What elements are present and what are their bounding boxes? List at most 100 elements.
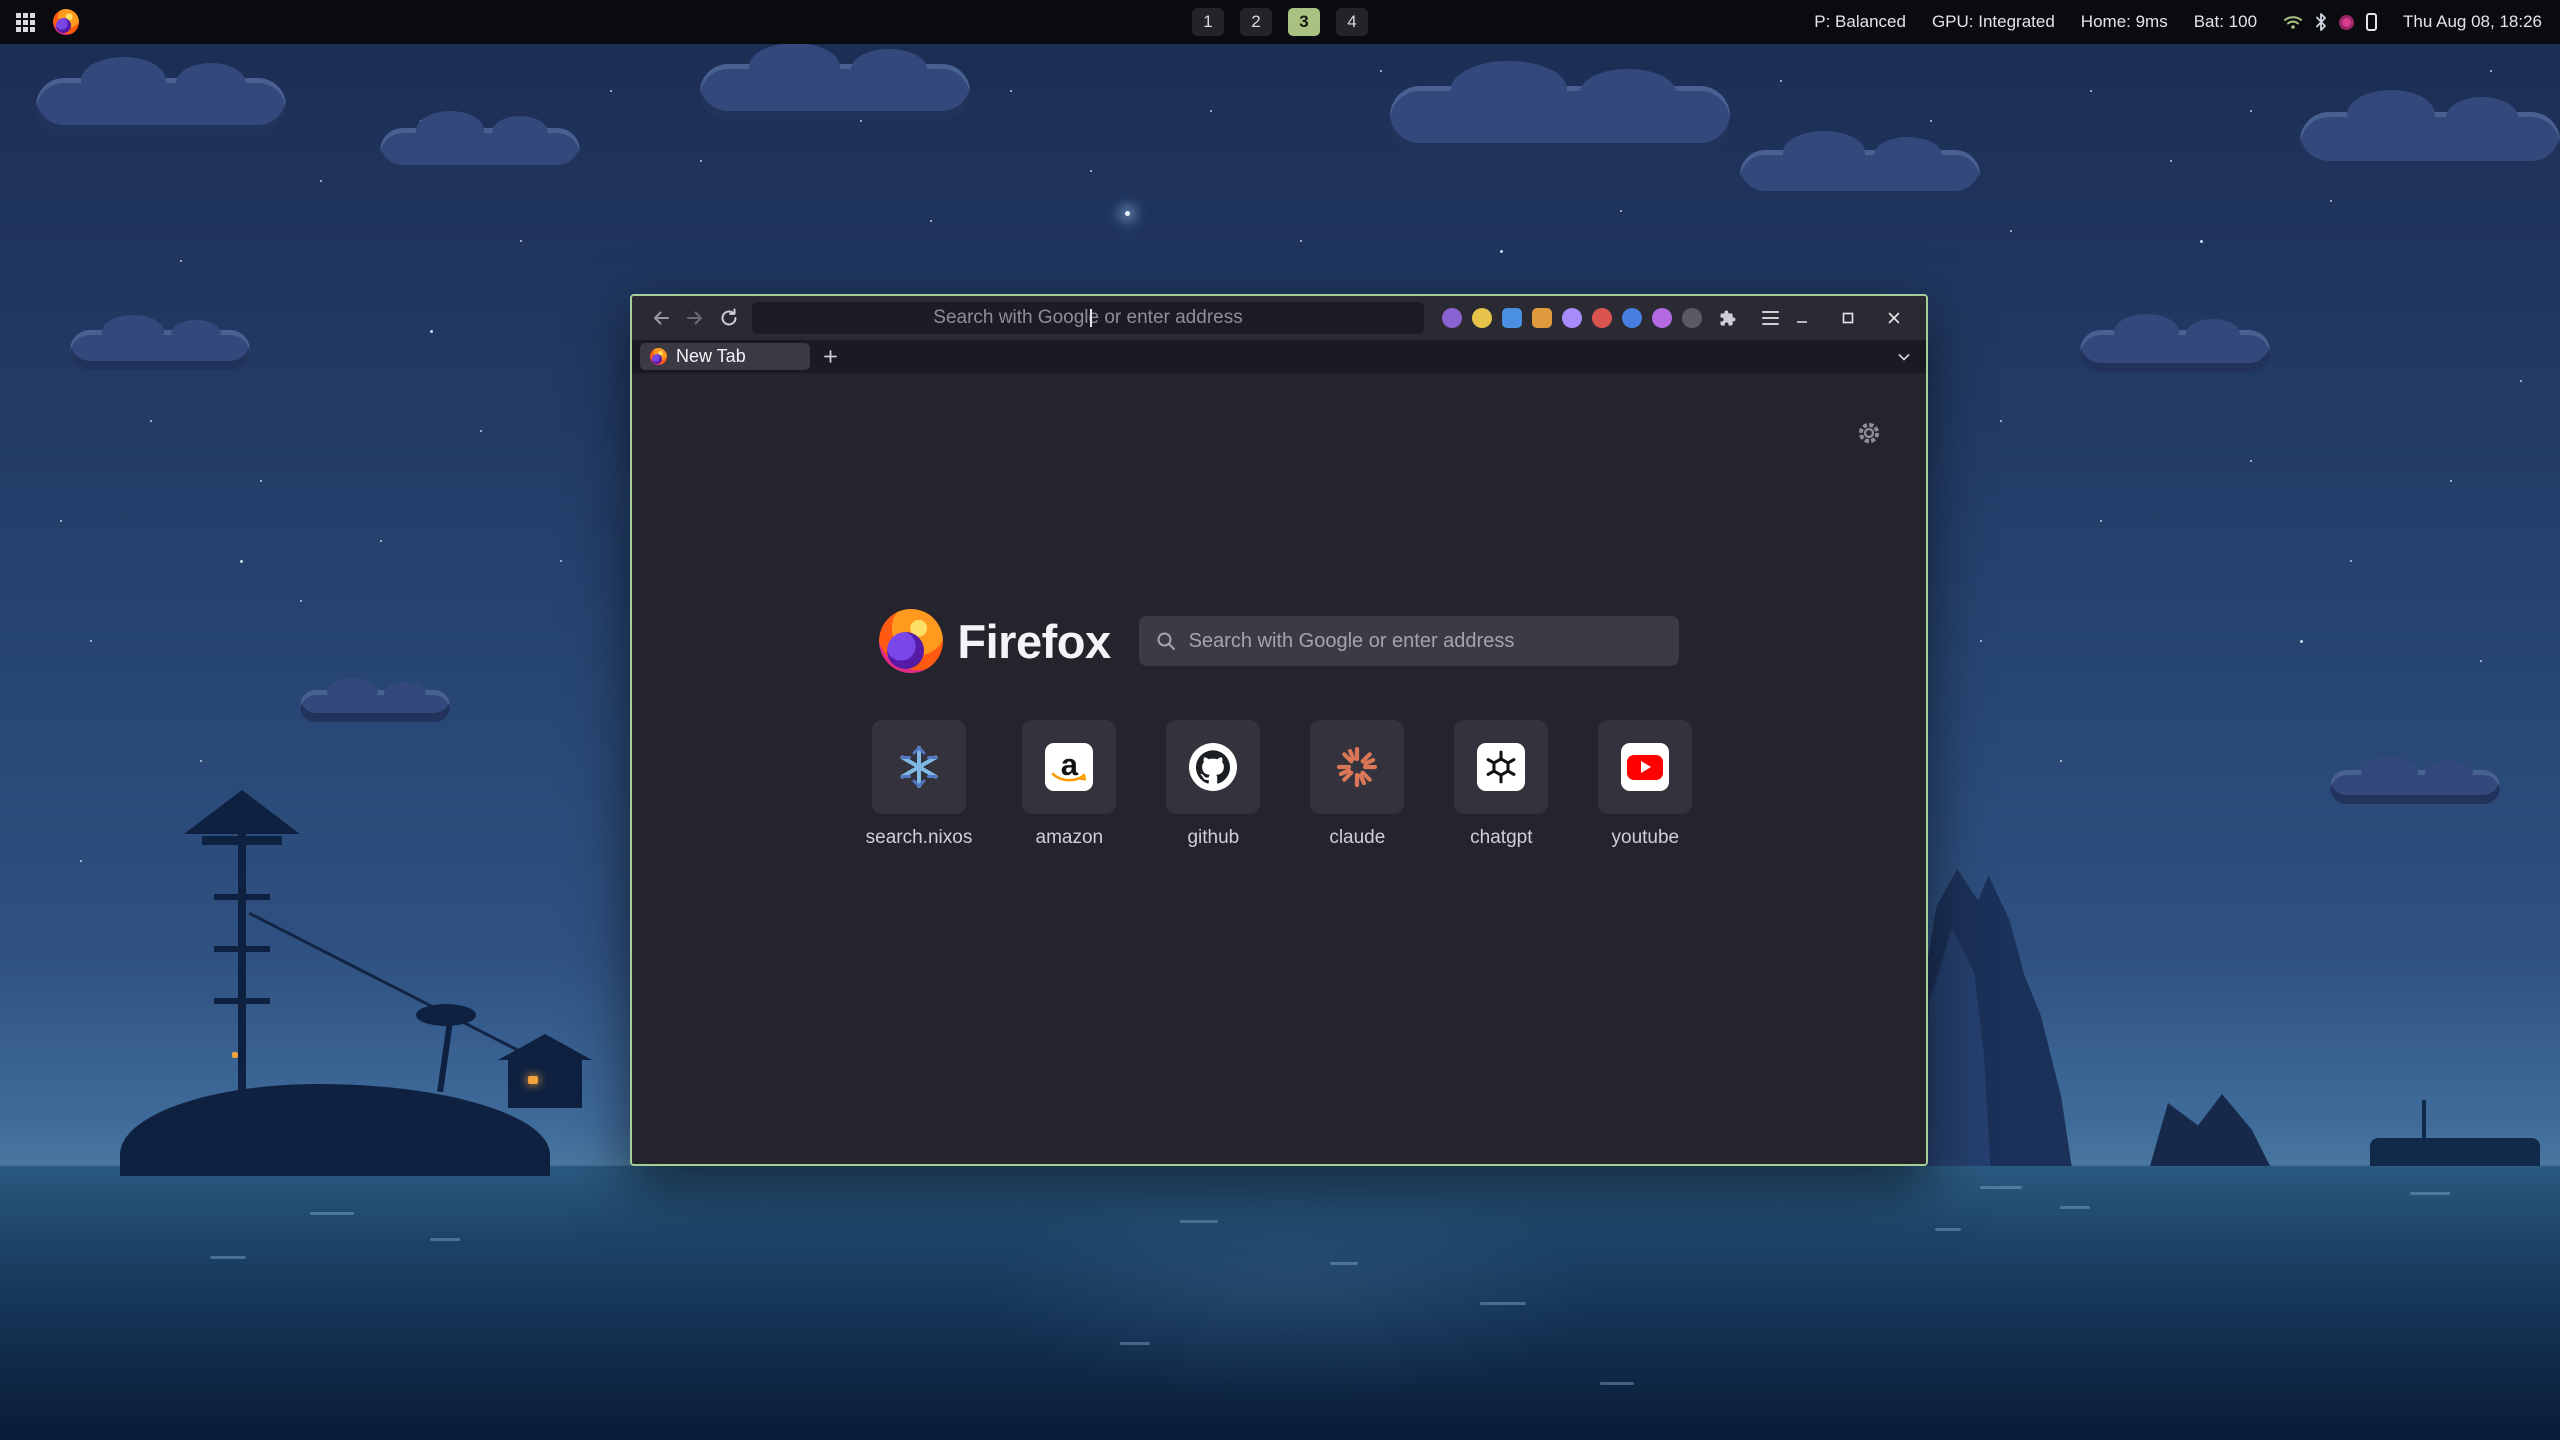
new-tab-button[interactable] bbox=[816, 343, 844, 371]
minimize-button[interactable] bbox=[1786, 302, 1818, 334]
reload-icon bbox=[719, 308, 739, 328]
url-bar[interactable]: Search with Google or enter address bbox=[752, 302, 1424, 334]
puzzle-icon bbox=[1718, 308, 1738, 328]
shortcut-label: claude bbox=[1329, 827, 1385, 849]
cloud bbox=[2330, 770, 2500, 804]
extension-icon-8[interactable] bbox=[1652, 308, 1672, 328]
screen-color-icon[interactable] bbox=[2339, 15, 2354, 30]
water-sparkle bbox=[1180, 1220, 1218, 1223]
rope-bridge bbox=[249, 912, 553, 1069]
moonlight-reflection bbox=[980, 1180, 1600, 1400]
reload-button[interactable] bbox=[712, 302, 746, 334]
island-right bbox=[1900, 850, 2560, 1176]
back-button[interactable] bbox=[644, 302, 678, 334]
wifi-icon[interactable] bbox=[2283, 14, 2303, 30]
lit-window bbox=[528, 1076, 538, 1084]
text-caret bbox=[1090, 309, 1092, 327]
github-octocat-icon bbox=[1196, 750, 1230, 784]
shortcut-claude[interactable]: claude bbox=[1310, 720, 1404, 849]
shortcut-tile bbox=[1166, 720, 1260, 814]
search-icon bbox=[1155, 630, 1177, 652]
firefox-taskbar-icon[interactable] bbox=[53, 9, 79, 35]
device-icon[interactable] bbox=[2366, 13, 2377, 31]
tower-arm bbox=[214, 946, 270, 952]
extension-icon-1[interactable] bbox=[1442, 308, 1462, 328]
taskbar-right: P: Balanced GPU: Integrated Home: 9ms Ba… bbox=[1814, 12, 2560, 32]
url-bar-placeholder: Search with Google or enter address bbox=[933, 307, 1242, 329]
home-ping-status: Home: 9ms bbox=[2081, 12, 2168, 32]
newtab-search-input[interactable] bbox=[1189, 630, 1663, 653]
palm-trunk bbox=[437, 1022, 453, 1092]
tower-arm bbox=[214, 998, 270, 1004]
shortcut-label: github bbox=[1187, 827, 1239, 849]
shortcut-label: youtube bbox=[1612, 827, 1680, 849]
hut bbox=[508, 1058, 582, 1108]
tower-mast bbox=[238, 810, 246, 1144]
extension-icon-4[interactable] bbox=[1532, 308, 1552, 328]
island-left bbox=[110, 790, 630, 1176]
desktop: 1 2 3 4 P: Balanced GPU: Integrated Home… bbox=[0, 0, 2560, 1440]
app-launcher-icon[interactable] bbox=[16, 13, 35, 32]
cloud bbox=[300, 690, 450, 722]
extension-icon-2[interactable] bbox=[1472, 308, 1492, 328]
shortcut-youtube[interactable]: youtube bbox=[1598, 720, 1692, 849]
water-sparkle bbox=[2060, 1206, 2090, 1209]
extension-icon-6[interactable] bbox=[1592, 308, 1612, 328]
amazon-icon: a bbox=[1045, 743, 1093, 791]
shortcut-github[interactable]: github bbox=[1166, 720, 1260, 849]
workspace-3-active[interactable]: 3 bbox=[1288, 8, 1320, 36]
gpu-status: GPU: Integrated bbox=[1932, 12, 2055, 32]
newtab-search[interactable] bbox=[1139, 616, 1679, 666]
shortcut-search-nixos[interactable]: search.nixos bbox=[866, 720, 973, 849]
tab-favicon-firefox bbox=[650, 348, 667, 365]
newtab-hero: Firefox bbox=[632, 609, 1926, 673]
firefox-logo bbox=[879, 609, 943, 673]
rock-small bbox=[2150, 1076, 2270, 1166]
cloud bbox=[700, 64, 970, 120]
youtube-play-icon bbox=[1627, 755, 1663, 780]
cloud bbox=[2300, 112, 2560, 170]
extensions-puzzle-button[interactable] bbox=[1712, 302, 1744, 334]
app-menu-button[interactable] bbox=[1754, 302, 1786, 334]
extension-icon-5[interactable] bbox=[1562, 308, 1582, 328]
claude-starburst-icon bbox=[1334, 744, 1380, 790]
workspace-1[interactable]: 1 bbox=[1192, 8, 1224, 36]
bluetooth-icon[interactable] bbox=[2315, 13, 2327, 31]
water-sparkle bbox=[310, 1212, 354, 1215]
workspace-2[interactable]: 2 bbox=[1240, 8, 1272, 36]
taskbar-left bbox=[0, 9, 79, 35]
maximize-button[interactable] bbox=[1832, 302, 1864, 334]
workspace-4[interactable]: 4 bbox=[1336, 8, 1368, 36]
extension-icon-3[interactable] bbox=[1502, 308, 1522, 328]
water-sparkle bbox=[1935, 1228, 1961, 1231]
shortcut-label: search.nixos bbox=[866, 827, 973, 849]
tab-new-tab[interactable]: New Tab bbox=[640, 343, 810, 370]
list-all-tabs-button[interactable] bbox=[1890, 343, 1918, 371]
nixos-snowflake-icon bbox=[895, 743, 943, 791]
shortcut-amazon[interactable]: a amazon bbox=[1022, 720, 1116, 849]
close-button[interactable] bbox=[1878, 302, 1910, 334]
shortcut-tile bbox=[872, 720, 966, 814]
forward-button[interactable] bbox=[678, 302, 712, 334]
grid-icon bbox=[16, 13, 35, 32]
cloud bbox=[70, 330, 250, 370]
tower-arm bbox=[214, 894, 270, 900]
extension-icon-7[interactable] bbox=[1622, 308, 1642, 328]
personalize-button[interactable] bbox=[1854, 419, 1884, 449]
taskbar-icon-tray bbox=[2283, 13, 2377, 31]
browser-toolbar: Search with Google or enter address bbox=[632, 296, 1926, 340]
window-controls bbox=[1786, 302, 1918, 334]
tower-platform bbox=[202, 836, 282, 845]
power-profile-status: P: Balanced bbox=[1814, 12, 1906, 32]
forward-arrow-icon bbox=[685, 308, 705, 328]
back-arrow-icon bbox=[651, 308, 671, 328]
tab-title: New Tab bbox=[676, 346, 746, 367]
extension-icon-9[interactable] bbox=[1682, 308, 1702, 328]
shortcut-chatgpt[interactable]: chatgpt bbox=[1454, 720, 1548, 849]
minimize-icon bbox=[1795, 311, 1809, 325]
extensions-row bbox=[1442, 302, 1786, 334]
gear-icon bbox=[1855, 419, 1883, 447]
water-sparkle bbox=[210, 1256, 246, 1259]
cloud bbox=[2080, 330, 2270, 372]
hamburger-icon bbox=[1762, 311, 1779, 325]
